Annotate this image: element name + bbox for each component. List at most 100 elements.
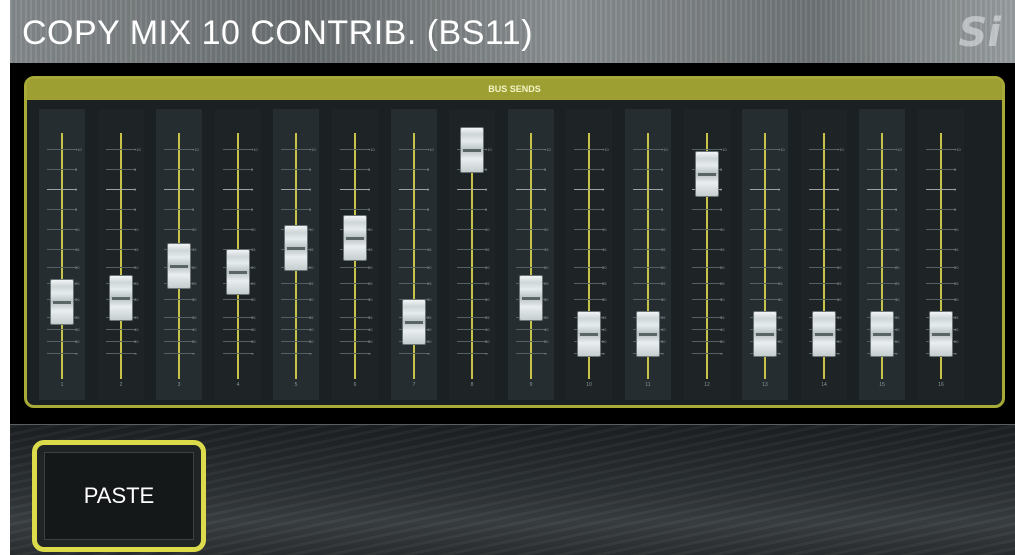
scale-label: 50: [75, 339, 80, 344]
scale-tick: [164, 169, 194, 170]
scale-label: 35: [778, 315, 783, 320]
scale-label: 50: [661, 339, 666, 344]
fader-knob-7[interactable]: [402, 299, 426, 345]
scale-label: 5: [427, 167, 430, 172]
scale-label: 25: [134, 281, 139, 286]
scale-label: 0: [661, 187, 664, 192]
scale-label: 40: [778, 327, 783, 332]
scale-label: 5: [251, 207, 254, 212]
scale-tick: [809, 169, 839, 170]
channel-number: 7: [412, 382, 416, 388]
scale-label: ∞: [720, 351, 723, 356]
scale-label: 30: [485, 297, 490, 302]
fader-knob-10[interactable]: [577, 311, 601, 357]
scale-label: 40: [544, 327, 549, 332]
fader-knob-11[interactable]: [636, 311, 660, 357]
fader-knob-9[interactable]: [519, 275, 543, 321]
scale-tick: [106, 249, 136, 250]
scale-tick: [926, 267, 956, 268]
scale-label: +10: [192, 147, 199, 152]
scale-label: 35: [485, 315, 490, 320]
scale-label: ∞: [309, 351, 312, 356]
scale-label: 10: [485, 227, 490, 232]
fader-strip-13: +10 5 0 5 10 15 20 25 30 35 40 50 ∞ 13: [742, 109, 788, 400]
scale-tick: [574, 249, 604, 250]
fader-knob-15[interactable]: [870, 311, 894, 357]
scale-label: 35: [954, 315, 959, 320]
scale-label: +10: [427, 147, 434, 152]
scale-label: 15: [427, 247, 432, 252]
fader-knob-3[interactable]: [167, 243, 191, 289]
scale-tick: [633, 229, 663, 230]
scale-label: 20: [485, 265, 490, 270]
fader-knob-16[interactable]: [929, 311, 953, 357]
scale-label: 20: [954, 265, 959, 270]
scale-tick: [926, 283, 956, 284]
scale-label: 40: [134, 327, 139, 332]
fader-knob-8[interactable]: [460, 127, 484, 173]
scale-label: 5: [895, 167, 898, 172]
scale-label: 30: [778, 297, 783, 302]
scale-label: 40: [837, 327, 842, 332]
scale-label: 5: [427, 207, 430, 212]
scale-tick: [340, 189, 370, 190]
scale-tick: [399, 189, 429, 190]
scale-label: ∞: [837, 351, 840, 356]
scale-tick: [633, 169, 663, 170]
scale-label: 5: [954, 207, 957, 212]
scale-tick: [516, 267, 546, 268]
scale-tick: [750, 209, 780, 210]
scale-label: 5: [895, 207, 898, 212]
scale-label: 15: [602, 247, 607, 252]
scale-label: +10: [661, 147, 668, 152]
scale-tick: [340, 329, 370, 330]
scale-tick: [47, 169, 77, 170]
scale-label: 25: [720, 281, 725, 286]
scale-label: 10: [309, 227, 314, 232]
scale-tick: [516, 341, 546, 342]
fader-knob-5[interactable]: [284, 225, 308, 271]
scale-label: 30: [192, 297, 197, 302]
fader-knob-1[interactable]: [50, 279, 74, 325]
scale-tick: [223, 169, 253, 170]
scale-tick: [692, 149, 722, 150]
scale-tick: [340, 299, 370, 300]
scale-tick: [281, 317, 311, 318]
bus-sends-panel: BUS SENDS +10 5 0 5 10 15 20 25 30 35 40 50 ∞ 1 +10 5 0 5…: [24, 76, 1005, 408]
scale-tick: [399, 283, 429, 284]
scale-label: +10: [954, 147, 961, 152]
scale-label: 5: [778, 167, 781, 172]
scale-label: 20: [837, 265, 842, 270]
fader-strip-14: +10 5 0 5 10 15 20 25 30 35 40 50 ∞ 14: [801, 109, 847, 400]
scale-tick: [692, 267, 722, 268]
scale-label: 50: [485, 339, 490, 344]
scale-label: ∞: [192, 351, 195, 356]
scale-tick: [809, 149, 839, 150]
scale-label: +10: [895, 147, 902, 152]
scale-tick: [281, 299, 311, 300]
scale-label: 0: [75, 187, 78, 192]
scale-label: 50: [778, 339, 783, 344]
scale-label: 10: [368, 227, 373, 232]
fader-knob-13[interactable]: [753, 311, 777, 357]
scale-label: +10: [368, 147, 375, 152]
fader-knob-14[interactable]: [812, 311, 836, 357]
scale-tick: [340, 209, 370, 210]
fader-knob-6[interactable]: [343, 215, 367, 261]
scale-label: 5: [485, 167, 488, 172]
scale-tick: [47, 149, 77, 150]
fader-knob-2[interactable]: [109, 275, 133, 321]
fader-knob-12[interactable]: [695, 151, 719, 197]
scale-label: 50: [134, 339, 139, 344]
scale-label: 10: [895, 227, 900, 232]
scale-label: 50: [837, 339, 842, 344]
scale-tick: [106, 189, 136, 190]
scale-label: 5: [75, 167, 78, 172]
scale-label: 50: [368, 339, 373, 344]
scale-tick: [223, 353, 253, 354]
scale-tick: [399, 353, 429, 354]
scale-tick: [340, 149, 370, 150]
fader-knob-4[interactable]: [226, 249, 250, 295]
paste-button[interactable]: PASTE: [32, 440, 206, 552]
scale-tick: [281, 329, 311, 330]
